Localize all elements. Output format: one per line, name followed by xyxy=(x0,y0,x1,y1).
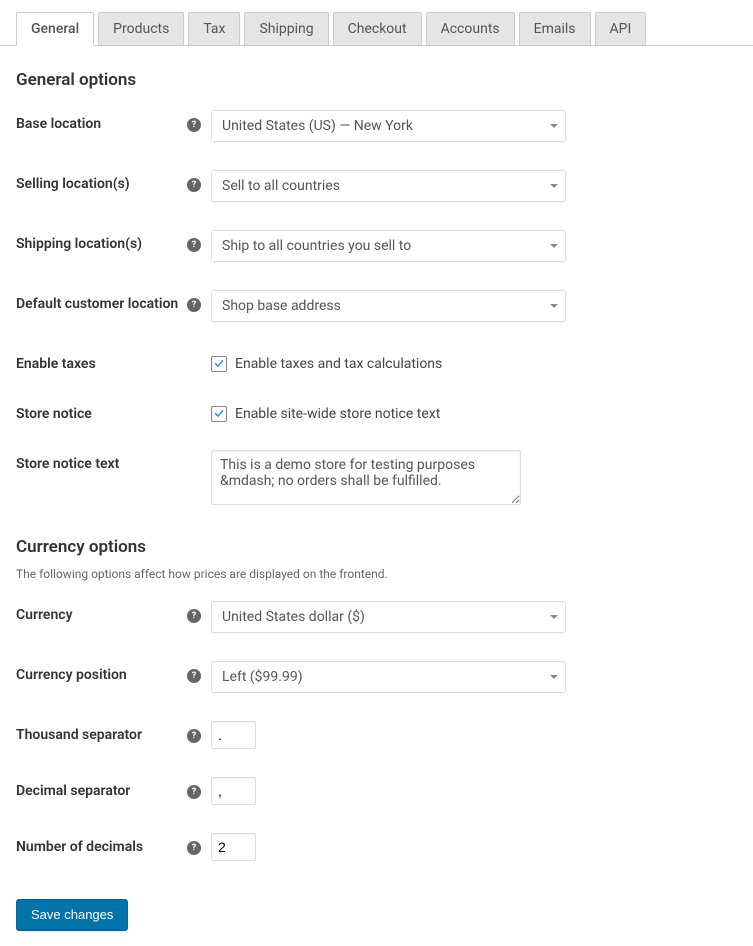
row-currency: Currency ? United States dollar ($) xyxy=(16,601,737,633)
label-number-of-decimals: Number of decimals ? xyxy=(16,833,211,855)
label-store-notice-text: Store notice text xyxy=(16,450,211,472)
settings-tabs: General Products Tax Shipping Checkout A… xyxy=(0,0,753,46)
currency-options-heading: Currency options xyxy=(16,537,737,557)
settings-content: General options Base location ? United S… xyxy=(0,46,753,946)
input-decimal-separator[interactable] xyxy=(211,777,256,805)
tab-accounts[interactable]: Accounts xyxy=(426,12,515,45)
label-currency: Currency ? xyxy=(16,601,211,623)
row-shipping-locations: Shipping location(s) ? Ship to all count… xyxy=(16,230,737,262)
label-thousand-separator: Thousand separator ? xyxy=(16,721,211,743)
general-options-heading: General options xyxy=(16,70,737,90)
row-number-of-decimals: Number of decimals ? xyxy=(16,833,737,861)
currency-options-description: The following options affect how prices … xyxy=(16,567,737,581)
tab-api[interactable]: API xyxy=(595,12,647,45)
tab-tax[interactable]: Tax xyxy=(188,12,240,45)
row-base-location: Base location ? United States (US) — New… xyxy=(16,110,737,142)
label-selling-locations: Selling location(s) ? xyxy=(16,170,211,192)
row-selling-locations: Selling location(s) ? Sell to all countr… xyxy=(16,170,737,202)
help-icon[interactable]: ? xyxy=(187,178,201,192)
select-selling-locations[interactable]: Sell to all countries xyxy=(211,170,566,202)
label-currency-position: Currency position ? xyxy=(16,661,211,683)
label-enable-taxes: Enable taxes xyxy=(16,350,211,372)
help-icon[interactable]: ? xyxy=(187,118,201,132)
select-shipping-locations[interactable]: Ship to all countries you sell to xyxy=(211,230,566,262)
select-default-customer-location[interactable]: Shop base address xyxy=(211,290,566,322)
checkbox-enable-taxes[interactable] xyxy=(211,356,227,372)
help-icon[interactable]: ? xyxy=(187,609,201,623)
save-button[interactable]: Save changes xyxy=(16,899,128,930)
row-currency-position: Currency position ? Left ($99.99) xyxy=(16,661,737,693)
row-enable-taxes: Enable taxes Enable taxes and tax calcul… xyxy=(16,350,737,372)
tab-emails[interactable]: Emails xyxy=(519,12,591,45)
row-store-notice-text: Store notice text xyxy=(16,450,737,509)
label-default-customer-location: Default customer location ? xyxy=(16,290,211,312)
row-store-notice: Store notice Enable site-wide store noti… xyxy=(16,400,737,422)
label-shipping-locations: Shipping location(s) ? xyxy=(16,230,211,252)
help-icon[interactable]: ? xyxy=(187,729,201,743)
tab-products[interactable]: Products xyxy=(98,12,184,45)
label-base-location: Base location ? xyxy=(16,110,211,132)
select-currency-position[interactable]: Left ($99.99) xyxy=(211,661,566,693)
help-icon[interactable]: ? xyxy=(187,785,201,799)
tab-checkout[interactable]: Checkout xyxy=(333,12,422,45)
help-icon[interactable]: ? xyxy=(187,841,201,855)
tab-shipping[interactable]: Shipping xyxy=(244,12,328,45)
help-icon[interactable]: ? xyxy=(187,669,201,683)
tab-general[interactable]: General xyxy=(16,12,94,46)
label-decimal-separator: Decimal separator ? xyxy=(16,777,211,799)
help-icon[interactable]: ? xyxy=(187,238,201,252)
input-thousand-separator[interactable] xyxy=(211,721,256,749)
help-icon[interactable]: ? xyxy=(187,298,201,312)
row-thousand-separator: Thousand separator ? xyxy=(16,721,737,749)
textarea-store-notice-text[interactable] xyxy=(211,450,521,505)
checkbox-store-notice[interactable] xyxy=(211,406,227,422)
label-store-notice: Store notice xyxy=(16,400,211,422)
checkbox-label-store-notice: Enable site-wide store notice text xyxy=(235,406,440,422)
select-base-location[interactable]: United States (US) — New York xyxy=(211,110,566,142)
row-default-customer-location: Default customer location ? Shop base ad… xyxy=(16,290,737,322)
row-decimal-separator: Decimal separator ? xyxy=(16,777,737,805)
checkbox-label-enable-taxes: Enable taxes and tax calculations xyxy=(235,356,442,372)
select-currency[interactable]: United States dollar ($) xyxy=(211,601,566,633)
input-number-of-decimals[interactable] xyxy=(211,833,256,861)
